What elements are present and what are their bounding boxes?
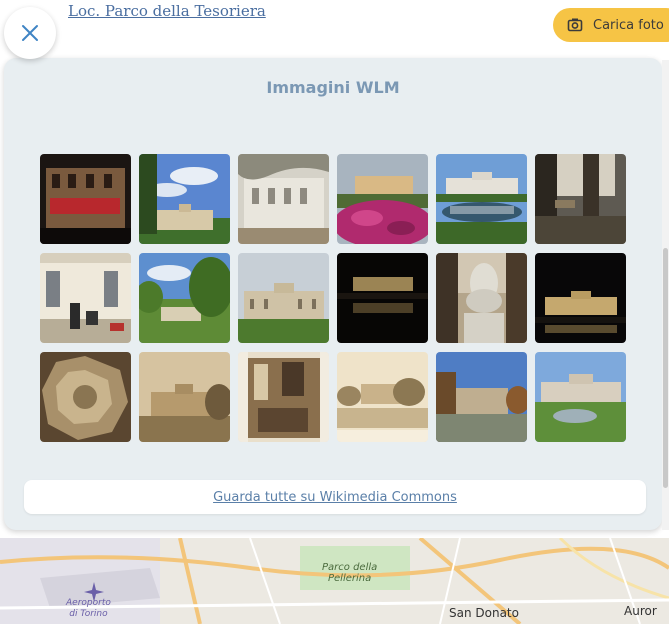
image-thumb-11[interactable] [436,253,527,343]
image-grid [40,154,626,442]
upload-photo-button[interactable]: Carica foto [553,8,669,42]
image-thumb-17[interactable] [436,352,527,442]
map-label-park: Parco della Pellerina [322,562,378,584]
image-thumb-9[interactable] [238,253,329,343]
close-button[interactable] [4,7,56,59]
image-thumb-18[interactable] [535,352,626,442]
top-bar: Loc. Parco della Tesoriera Carica foto [0,0,669,48]
image-thumb-6[interactable] [535,154,626,244]
map-label-aurora: Auror [624,604,657,618]
wlm-images-panel: Immagini WLM Guarda tutte su Wikimedia C… [4,58,662,530]
image-thumb-2[interactable] [139,154,230,244]
image-thumb-13[interactable] [40,352,131,442]
image-thumb-7[interactable] [40,253,131,343]
map-label-san-donato: San Donato [449,606,519,620]
commons-link-button[interactable]: Guarda tutte su Wikimedia Commons [24,480,646,514]
map-view[interactable]: Parco della Pellerina Aeroporto di Torin… [0,538,669,624]
image-thumb-3[interactable] [238,154,329,244]
image-thumb-5[interactable] [436,154,527,244]
map-label-airport: Aeroporto di Torino [66,598,111,619]
image-thumb-8[interactable] [139,253,230,343]
panel-title: Immagini WLM [266,78,400,97]
image-thumb-10[interactable] [337,253,428,343]
image-thumb-15[interactable] [238,352,329,442]
image-thumb-12[interactable] [535,253,626,343]
image-thumb-14[interactable] [139,352,230,442]
camera-icon [567,18,583,32]
location-link[interactable]: Loc. Parco della Tesoriera [68,4,266,20]
image-thumb-4[interactable] [337,154,428,244]
scrollbar-thumb[interactable] [663,248,668,488]
app-root: Loc. Parco della Tesoriera Carica foto I… [0,0,669,624]
upload-photo-label: Carica foto [593,17,664,33]
close-icon [22,25,38,41]
image-thumb-16[interactable] [337,352,428,442]
image-thumb-1[interactable] [40,154,131,244]
